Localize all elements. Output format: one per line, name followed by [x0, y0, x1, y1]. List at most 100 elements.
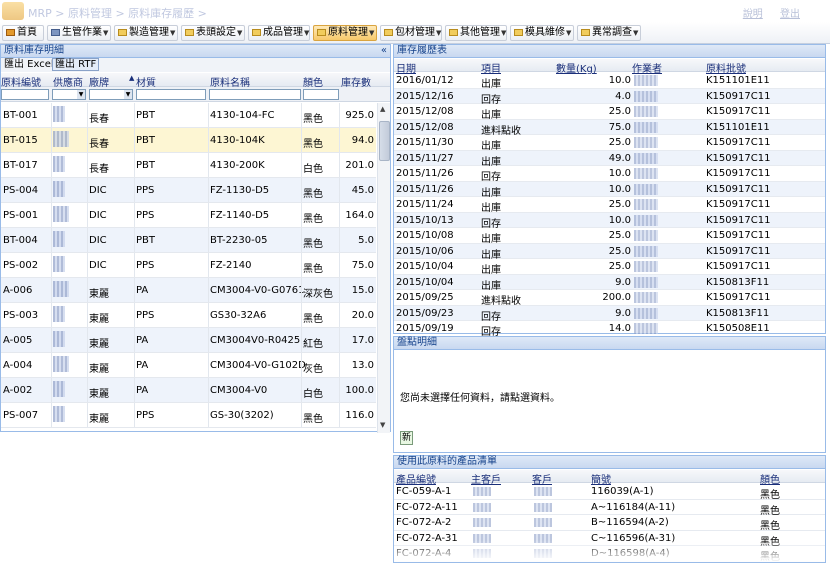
- scroll-thumb[interactable]: [379, 121, 390, 161]
- menu-other[interactable]: 其他管理▼: [445, 25, 507, 41]
- table-cell: 黑色: [303, 414, 323, 425]
- table-cell: 25.0: [608, 245, 631, 257]
- filter-supplier-select[interactable]: ▼: [52, 89, 86, 100]
- export-excel-button[interactable]: 匯出 Excel: [1, 58, 57, 71]
- table-row[interactable]: BT-001 長春 PBT 4130-104-FC 黑色 925.0: [1, 103, 376, 128]
- table-cell: A-002: [3, 385, 33, 396]
- table-row[interactable]: 2015/09/19 回存 14.0 K150508E11: [394, 321, 825, 338]
- table-row[interactable]: FC-059-A-1 116039(A-1) 黑色: [394, 484, 825, 501]
- column-divider: [51, 153, 52, 177]
- table-row[interactable]: 2015/12/08 出庫 25.0 K150917C11: [394, 104, 825, 121]
- table-row[interactable]: FC-072-A-11 A~116184(A-11) 黑色: [394, 500, 825, 517]
- table-row[interactable]: 2015/10/04 出庫 25.0 K150917C11: [394, 259, 825, 276]
- table-row[interactable]: A-002 東麗 PA CM3004-V0 白色 100.0: [1, 378, 376, 403]
- menu-anomaly[interactable]: 異常調查▼: [577, 25, 641, 41]
- table-cell: 東麗: [89, 339, 109, 350]
- table-cell: 925.0: [345, 110, 374, 121]
- table-row[interactable]: BT-004 DIC PBT BT-2230-05 黑色 5.0: [1, 228, 376, 253]
- column-divider: [301, 353, 302, 377]
- table-row[interactable]: PS-007 東麗 PPS GS-30(3202) 黑色 116.0: [1, 403, 376, 428]
- table-row[interactable]: A-005 東麗 PA CM3004V0-R0425 紅色 17.0: [1, 328, 376, 353]
- table-row[interactable]: BT-017 長春 PBT 4130-200K 白色 201.0: [1, 153, 376, 178]
- table-cell: 200.0: [602, 292, 631, 303]
- column-divider: [51, 128, 52, 152]
- menu-header-settings[interactable]: 表頭設定▼: [181, 25, 245, 41]
- column-divider: [339, 253, 340, 277]
- redacted-supplier: [53, 256, 65, 272]
- table-row[interactable]: 2015/10/04 出庫 9.0 K150813F11: [394, 274, 825, 292]
- filter-material-type-input[interactable]: [136, 89, 206, 100]
- inventory-count-panel: 盤點明細 您尚未選擇任何資料，請點選資料。 新: [393, 336, 826, 453]
- logout-link[interactable]: 登出: [780, 9, 800, 20]
- table-cell: K151101E11: [706, 75, 770, 86]
- table-row[interactable]: PS-003 東麗 PPS GS30-32A6 黑色 20.0: [1, 303, 376, 328]
- table-row[interactable]: 2015/11/24 出庫 25.0 K150917C11: [394, 197, 825, 214]
- table-cell: CM3004-V0-G0761: [210, 285, 305, 296]
- table-cell: PS-003: [3, 310, 39, 321]
- menu-home[interactable]: 首頁: [2, 25, 44, 41]
- redacted-supplier: [53, 231, 65, 247]
- inventory-scrollbar[interactable]: ▲ ▼: [377, 103, 390, 433]
- menu-mold-repair[interactable]: 模具維修▼: [510, 25, 574, 41]
- table-row[interactable]: PS-001 DIC PPS FZ-1140-D5 黑色 164.0: [1, 203, 376, 228]
- redacted-operator: [634, 276, 658, 288]
- menu-materials[interactable]: 原料管理▼: [313, 25, 377, 41]
- table-cell: 東麗: [89, 289, 109, 300]
- column-divider: [134, 278, 135, 302]
- table-cell: A-004: [3, 360, 33, 371]
- table-row[interactable]: A-004 東麗 PA CM3004-V0-G102D 灰色 13.0: [1, 353, 376, 378]
- table-row[interactable]: 2015/11/26 出庫 10.0 K150917C11: [394, 181, 825, 199]
- main-menu: 首頁 生管作業▼ 製造管理▼ 表頭設定▼ 成品管理▼ 原料管理▼ 包材管理▼ 其…: [0, 22, 830, 44]
- folder-icon: [317, 29, 326, 36]
- filter-color-input[interactable]: [303, 89, 339, 100]
- table-row[interactable]: 2016/01/12 出庫 10.0 K151101E11: [394, 73, 825, 90]
- table-cell: K150917C11: [706, 183, 771, 195]
- table-row[interactable]: PS-002 DIC PPS FZ-2140 黑色 75.0: [1, 253, 376, 278]
- menu-production[interactable]: 生管作業▼: [47, 25, 111, 41]
- column-divider: [134, 153, 135, 177]
- table-row[interactable]: 2015/10/13 回存 10.0 K150917C11: [394, 212, 825, 230]
- column-divider: [208, 153, 209, 177]
- help-link[interactable]: 說明: [743, 9, 763, 20]
- top-links: 說明 登出: [729, 5, 800, 20]
- table-cell: 黑色: [303, 264, 323, 275]
- filter-brand-select[interactable]: ▼: [89, 89, 133, 100]
- collapse-icon[interactable]: «: [381, 45, 387, 57]
- table-cell: 20.0: [351, 310, 374, 321]
- scroll-up-icon[interactable]: ▲: [380, 105, 385, 113]
- export-rtf-button[interactable]: 匯出 RTF: [52, 58, 100, 71]
- table-cell: K150508E11: [706, 323, 770, 334]
- table-cell: 4130-104K: [210, 135, 265, 146]
- menu-manufacturing[interactable]: 製造管理▼: [114, 25, 178, 41]
- table-row[interactable]: 2015/11/26 回存 10.0 K150917C11: [394, 166, 825, 183]
- filter-material-id-input[interactable]: [1, 89, 49, 100]
- table-row[interactable]: 2015/12/08 進料點收 75.0 K151101E11: [394, 119, 825, 137]
- table-cell: 2015/10/04: [396, 276, 454, 288]
- table-cell: 長春: [89, 139, 109, 150]
- menu-products[interactable]: 成品管理▼: [248, 25, 310, 41]
- table-row[interactable]: A-006 東麗 PA CM3004-V0-G0761 深灰色 15.0: [1, 278, 376, 303]
- filter-material-name-input[interactable]: [209, 89, 301, 100]
- table-cell: A-005: [3, 335, 33, 346]
- column-divider: [301, 403, 302, 427]
- new-button[interactable]: 新: [400, 431, 413, 445]
- table-row[interactable]: 2015/10/06 出庫 25.0 K150917C11: [394, 243, 825, 261]
- redacted-supplier: [53, 356, 69, 372]
- column-divider: [208, 403, 209, 427]
- table-row[interactable]: 2015/11/30 出庫 25.0 K150917C11: [394, 135, 825, 152]
- table-row[interactable]: 2015/12/16 回存 4.0 K150917C11: [394, 88, 825, 106]
- table-cell: 45.0: [351, 185, 374, 196]
- inventory-panel: 原料庫存明細 « 匯出 Excel 匯出 RTF 原料編號 供應商 廠牌 ▲ 材…: [0, 44, 391, 433]
- table-row[interactable]: 2015/09/23 回存 9.0 K150813F11: [394, 305, 825, 323]
- menu-packaging[interactable]: 包材管理▼: [380, 25, 442, 41]
- table-row[interactable]: 2015/09/25 進料點收 200.0 K150917C11: [394, 290, 825, 307]
- table-row[interactable]: FC-072-A-2 B~116594(A-2) 黑色: [394, 515, 825, 532]
- table-row[interactable]: 2015/10/08 出庫 25.0 K150917C11: [394, 228, 825, 245]
- table-cell: K150917C11: [706, 137, 771, 148]
- sort-asc-icon: ▲: [129, 74, 135, 82]
- table-row[interactable]: 2015/11/27 出庫 49.0 K150917C11: [394, 150, 825, 168]
- table-row[interactable]: PS-004 DIC PPS FZ-1130-D5 黑色 45.0: [1, 178, 376, 203]
- scroll-down-icon[interactable]: ▼: [380, 421, 385, 429]
- redacted-customer: [534, 518, 552, 527]
- table-row[interactable]: BT-015 長春 PBT 4130-104K 黑色 94.0: [1, 128, 376, 153]
